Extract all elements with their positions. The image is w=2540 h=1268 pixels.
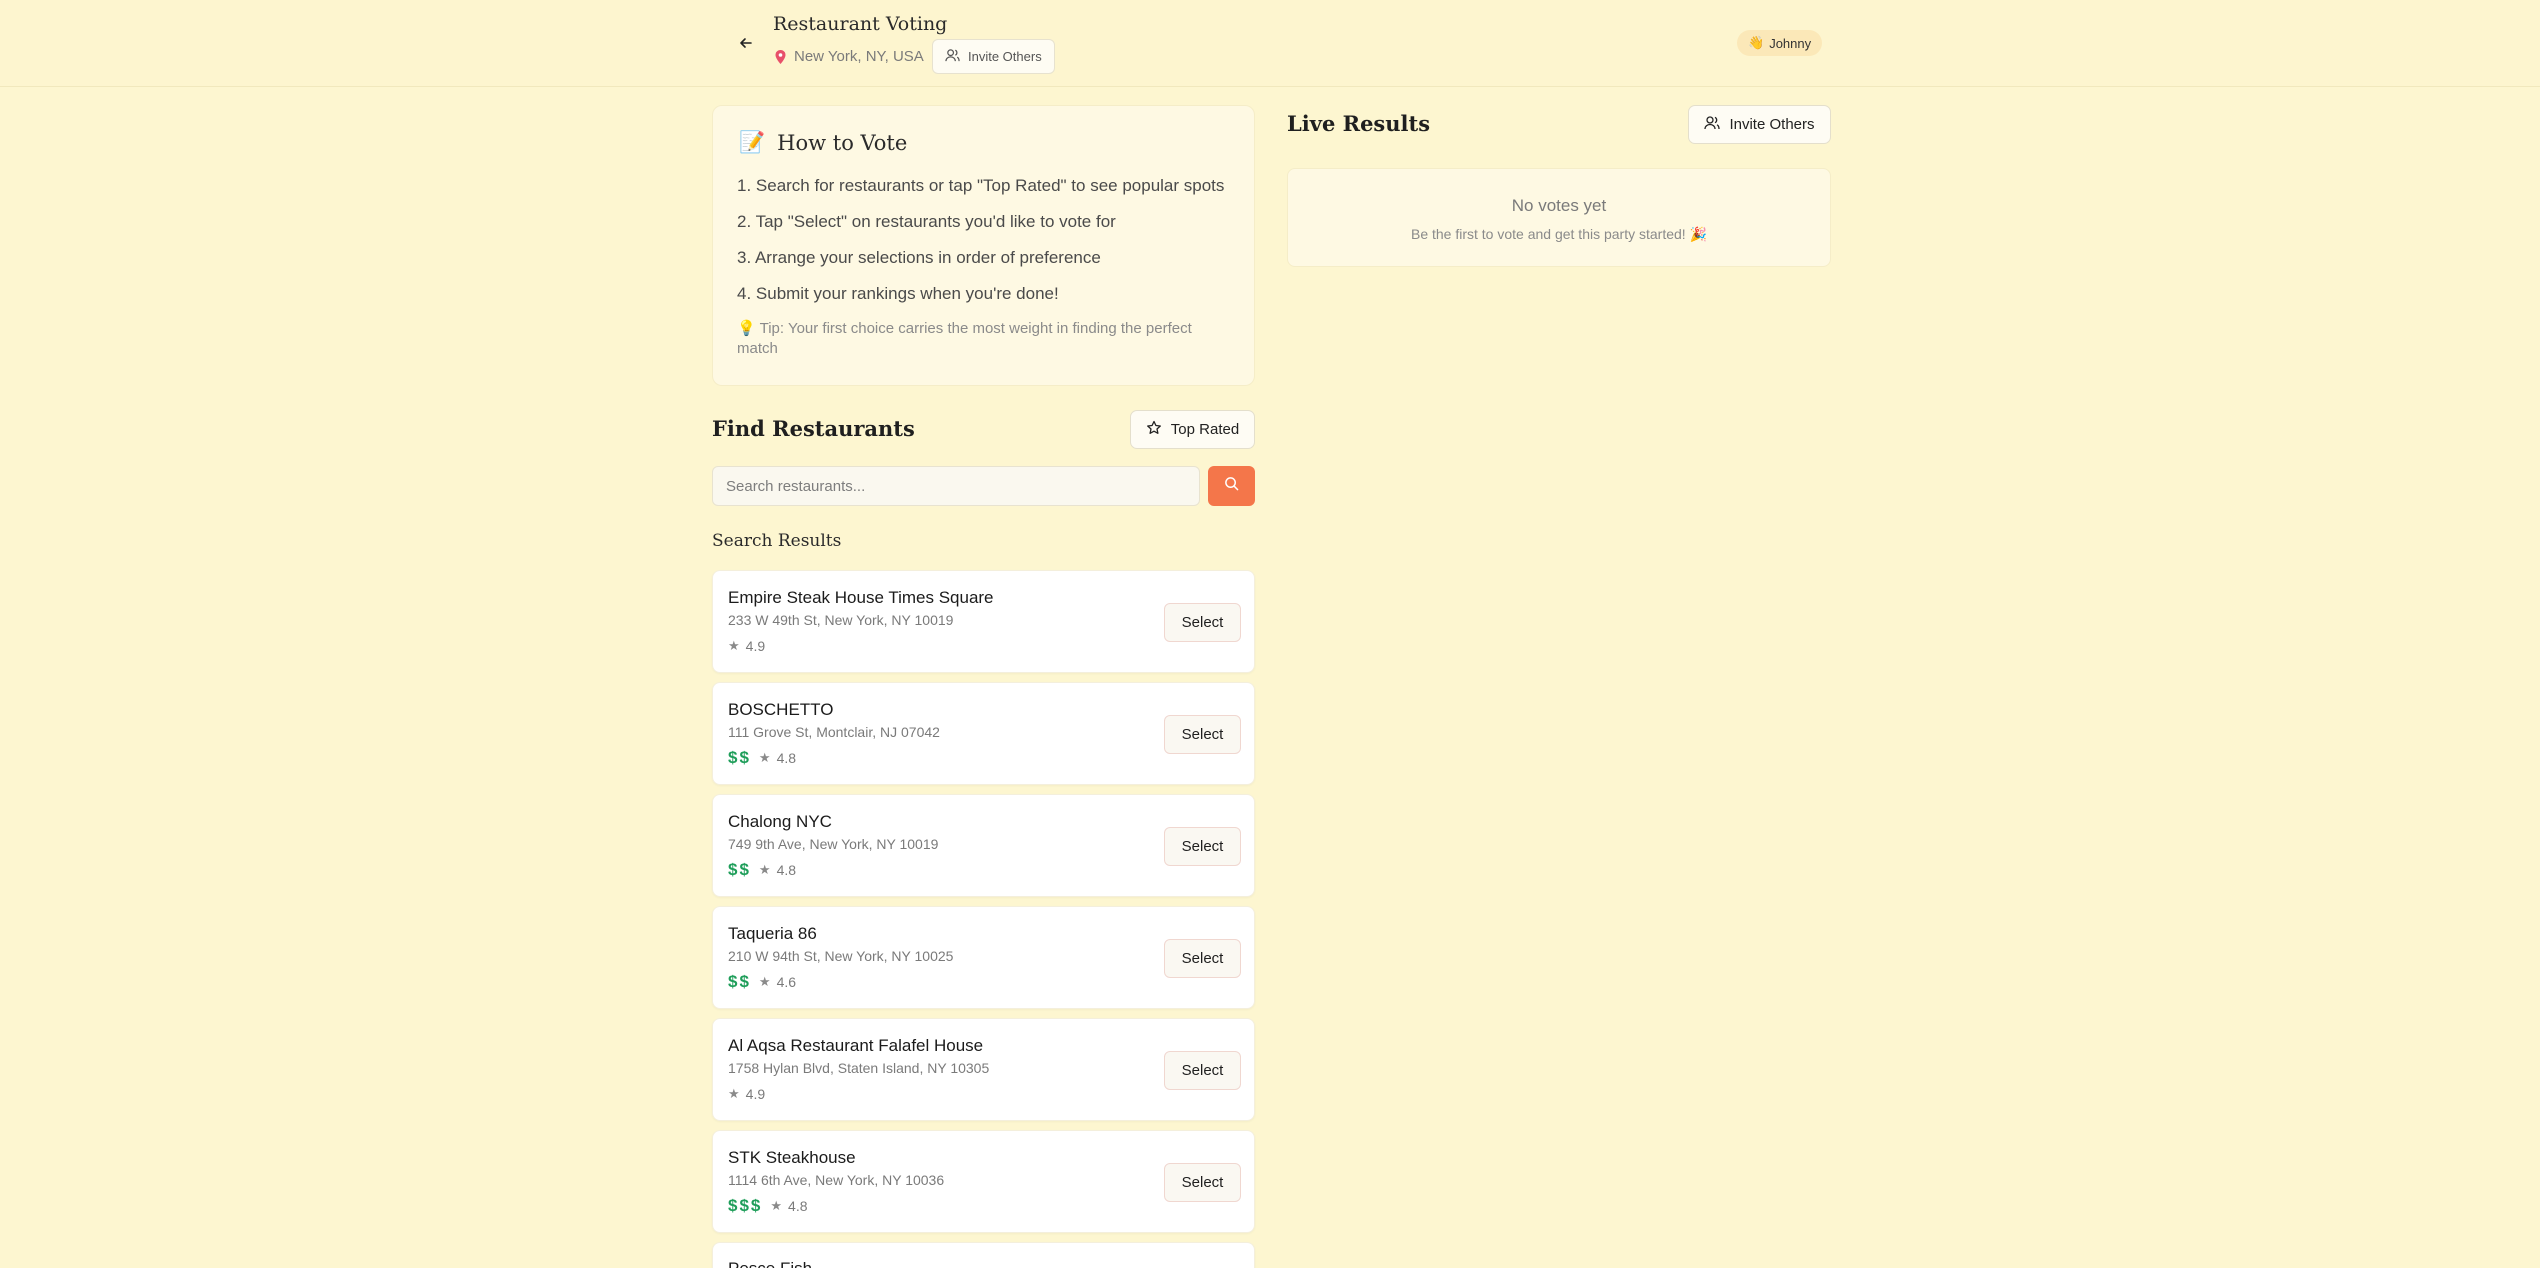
star-icon: ★	[728, 638, 740, 653]
empty-state-text: Be the first to vote and get this party …	[1410, 226, 1686, 242]
rating: ★ 4.8	[759, 750, 796, 766]
wave-icon: 👋	[1748, 35, 1765, 50]
search-results-title: Search Results	[712, 531, 842, 551]
search-input[interactable]	[712, 466, 1200, 506]
rating: ★ 4.8	[759, 862, 796, 878]
location: New York, NY, USA	[775, 48, 924, 65]
rating-value: 4.6	[776, 974, 797, 990]
restaurant-meta: ★ 4.9	[728, 637, 765, 655]
star-icon: ★	[758, 750, 771, 765]
tip-body: Tip: Your first choice carries the most …	[737, 320, 1192, 357]
star-icon: ★	[758, 974, 771, 989]
price-level: $$$	[728, 1196, 763, 1215]
rating-value: 4.8	[776, 862, 797, 878]
party-popper-icon: 🎉	[1689, 226, 1708, 242]
users-icon	[945, 48, 960, 66]
memo-icon: 📝	[739, 130, 766, 154]
how-to-vote-card: 📝 How to Vote 1. Search for restaurants …	[712, 105, 1255, 386]
restaurant-name: Al Aqsa Restaurant Falafel House	[728, 1036, 984, 1055]
restaurant-card: Taqueria 86 210 W 94th St, New York, NY …	[712, 906, 1255, 1009]
user-badge[interactable]: 👋 Johnny	[1737, 30, 1823, 56]
restaurant-card: STK Steakhouse 1114 6th Ave, New York, N…	[712, 1130, 1255, 1233]
user-name: Johnny	[1769, 35, 1812, 51]
restaurant-address: 749 9th Ave, New York, NY 10019	[728, 836, 939, 852]
price-level: $$	[728, 860, 751, 879]
invite-others-label: Invite Others	[1729, 116, 1815, 133]
rating-value: 4.9	[745, 1086, 766, 1102]
star-outline-icon	[1146, 420, 1162, 440]
tip-text: 💡 Tip: Your first choice carries the mos…	[737, 319, 1227, 359]
restaurant-address: 1114 6th Ave, New York, NY 10036	[728, 1172, 945, 1188]
restaurant-card: BOSCHETTO 111 Grove St, Montclair, NJ 07…	[712, 682, 1255, 785]
empty-state-title: No votes yet	[1511, 196, 1607, 215]
rating: ★ 4.6	[759, 974, 796, 990]
restaurant-address: 210 W 94th St, New York, NY 10025	[728, 948, 954, 964]
restaurant-card: Pesce Fish	[712, 1242, 1255, 1268]
step-item: 4. Submit your rankings when you're done…	[737, 284, 1059, 303]
rating-value: 4.8	[788, 1198, 808, 1214]
select-button[interactable]: Select	[1164, 603, 1241, 642]
live-results-card: No votes yet Be the first to vote and ge…	[1287, 168, 1831, 267]
select-button[interactable]: Select	[1164, 1051, 1241, 1090]
restaurant-card: Empire Steak House Times Square 233 W 49…	[712, 570, 1255, 673]
price-level: $$	[728, 748, 751, 767]
invite-others-button[interactable]: Invite Others	[1688, 105, 1831, 144]
search-icon	[1224, 476, 1239, 496]
step-item: 1. Search for restaurants or tap "Top Ra…	[737, 176, 1225, 195]
restaurant-card: Chalong NYC 749 9th Ave, New York, NY 10…	[712, 794, 1255, 897]
rating: ★ 4.8	[770, 1198, 807, 1214]
restaurant-name: STK Steakhouse	[728, 1148, 856, 1167]
rating: ★ 4.9	[728, 638, 765, 654]
restaurant-name: Empire Steak House Times Square	[728, 588, 994, 607]
users-icon	[1704, 115, 1721, 135]
star-icon: ★	[728, 1086, 740, 1101]
location-text: New York, NY, USA	[794, 48, 924, 65]
back-arrow-icon[interactable]	[733, 30, 759, 56]
star-icon: ★	[770, 1198, 783, 1213]
invite-others-header-button[interactable]: Invite Others	[932, 39, 1055, 74]
price-level: $$	[728, 972, 751, 991]
step-item: 2. Tap "Select" on restaurants you'd lik…	[737, 212, 1116, 231]
live-results-title: Live Results	[1287, 111, 1431, 136]
restaurant-address: 111 Grove St, Montclair, NJ 07042	[728, 724, 940, 740]
restaurant-name: BOSCHETTO	[728, 700, 834, 719]
restaurant-meta: $$ ★ 4.8	[728, 860, 796, 879]
rating-value: 4.9	[745, 638, 766, 654]
select-button[interactable]: Select	[1164, 827, 1241, 866]
invite-others-label: Invite Others	[968, 49, 1042, 64]
step-item: 3. Arrange your selections in order of p…	[737, 248, 1101, 267]
search-button[interactable]	[1208, 466, 1255, 506]
select-button[interactable]: Select	[1164, 715, 1241, 754]
map-pin-icon	[775, 49, 786, 64]
select-button[interactable]: Select	[1164, 939, 1241, 978]
find-restaurants-title: Find Restaurants	[712, 416, 915, 441]
rating: ★ 4.9	[728, 1086, 765, 1102]
rating-value: 4.8	[776, 750, 797, 766]
restaurant-name: Taqueria 86	[728, 924, 817, 943]
restaurant-address: 233 W 49th St, New York, NY 10019	[728, 612, 954, 628]
top-rated-button[interactable]: Top Rated	[1130, 410, 1255, 449]
star-icon: ★	[758, 862, 771, 877]
restaurant-card: Al Aqsa Restaurant Falafel House 1758 Hy…	[712, 1018, 1255, 1121]
restaurant-address: 1758 Hylan Blvd, Staten Island, NY 10305	[728, 1060, 990, 1076]
restaurant-meta: $$ ★ 4.6	[728, 972, 796, 991]
empty-state-subtitle: Be the first to vote and get this party …	[1288, 226, 1830, 243]
restaurant-name: Chalong NYC	[728, 812, 832, 831]
how-to-vote-title: 📝 How to Vote	[739, 130, 907, 155]
how-to-vote-heading: How to Vote	[777, 130, 908, 155]
page-title: Restaurant Voting	[773, 13, 948, 35]
top-header: Restaurant Voting New York, NY, USA Invi…	[0, 0, 2540, 87]
restaurant-meta: $$$ ★ 4.8	[728, 1196, 808, 1215]
lightbulb-icon: 💡	[737, 320, 756, 337]
restaurant-meta: ★ 4.9	[728, 1085, 765, 1103]
restaurant-name: Pesce Fish	[728, 1259, 812, 1268]
select-button[interactable]: Select	[1164, 1163, 1241, 1202]
restaurant-meta: $$ ★ 4.8	[728, 748, 796, 767]
top-rated-label: Top Rated	[1170, 421, 1240, 438]
